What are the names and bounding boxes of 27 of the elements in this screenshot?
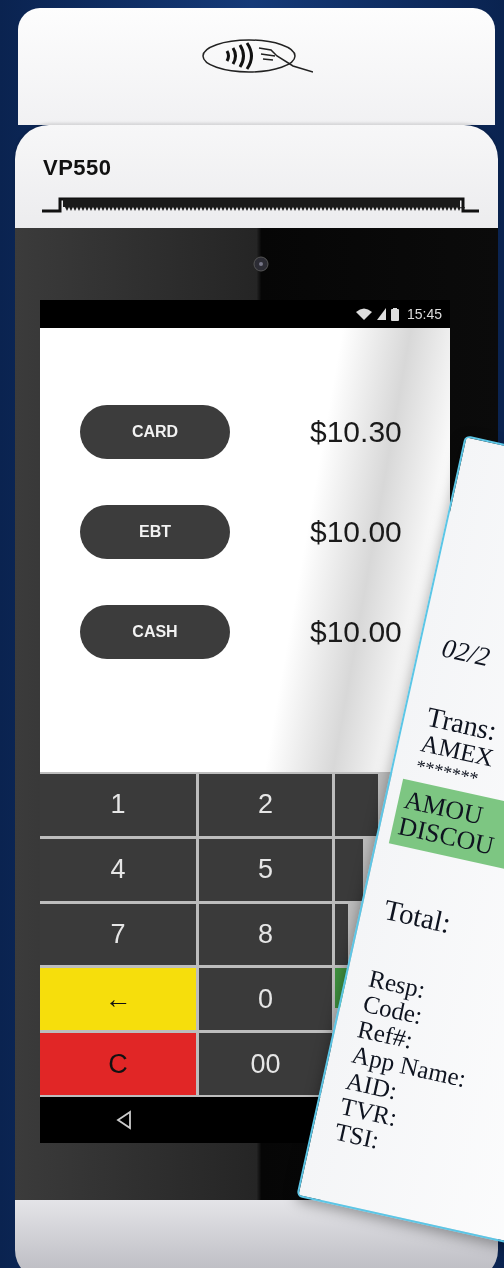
keypad-key[interactable]: 5: [199, 838, 332, 901]
payment-amount: $10.30: [310, 415, 402, 449]
signal-icon: [376, 308, 386, 320]
keypad-key[interactable]: 2: [199, 774, 332, 836]
keypad-key[interactable]: 4: [40, 838, 196, 901]
keypad-key[interactable]: 0: [199, 968, 332, 1031]
payment-method-button[interactable]: EBT: [80, 505, 230, 559]
keypad-key[interactable]: 7: [40, 903, 196, 966]
keypad-key[interactable]: 00: [199, 1033, 332, 1095]
model-label: VP550: [43, 155, 113, 181]
keypad-key[interactable]: [335, 903, 348, 966]
back-icon[interactable]: [116, 1110, 132, 1130]
receipt-total-label: Total:: [381, 894, 454, 939]
receipt-date: 02/2: [439, 632, 493, 674]
keypad-key[interactable]: 8: [199, 903, 332, 966]
camera-icon: [253, 256, 269, 272]
payment-method-button[interactable]: CARD: [80, 405, 230, 459]
payment-method-button[interactable]: CASH: [80, 605, 230, 659]
battery-icon: [390, 307, 399, 321]
payment-amount: $10.00: [310, 515, 402, 549]
wifi-icon: [355, 308, 372, 320]
backspace-key[interactable]: ←: [40, 968, 196, 1031]
contactless-icon: [200, 38, 313, 74]
payment-amount: $10.00: [310, 615, 402, 649]
clear-key[interactable]: C: [40, 1033, 196, 1095]
status-time: 15:45: [406, 306, 442, 322]
keypad-key[interactable]: 1: [40, 774, 196, 836]
